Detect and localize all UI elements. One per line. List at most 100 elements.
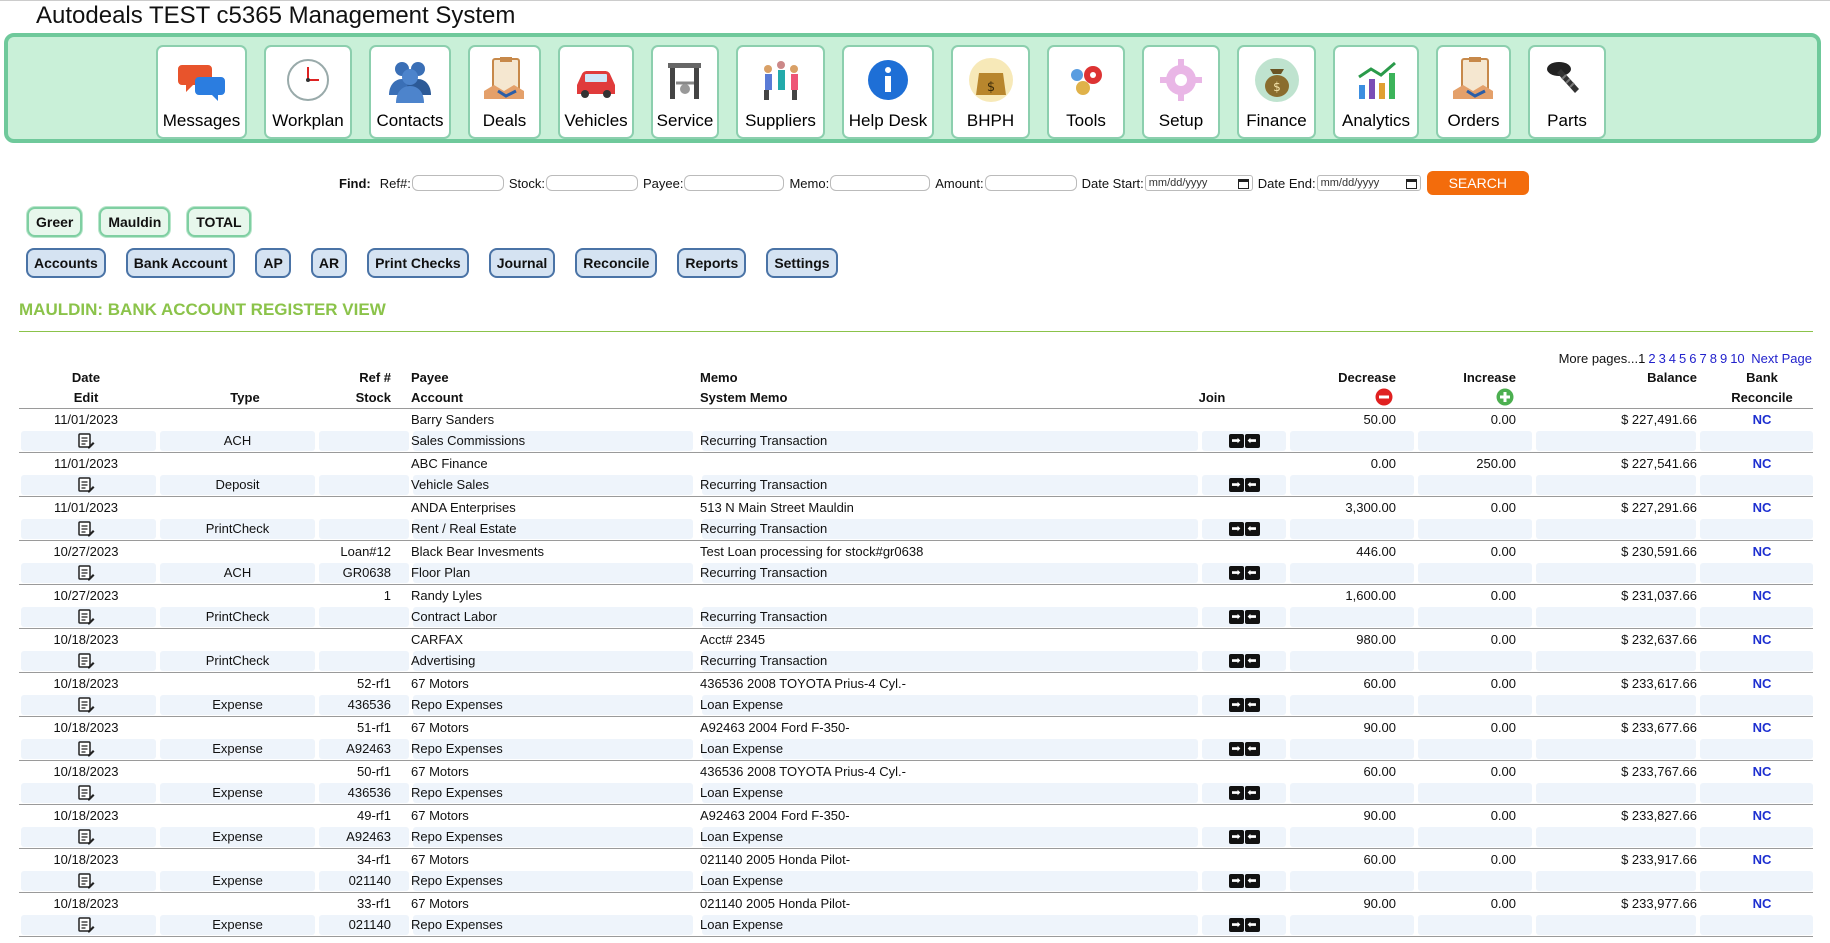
page-link[interactable]: 9 xyxy=(1720,351,1727,366)
system-memo-cell: Recurring Transaction xyxy=(700,565,828,580)
join-button[interactable]: ➡ ⬅ xyxy=(1202,562,1286,583)
nav-contacts[interactable]: Contacts xyxy=(369,45,451,139)
calendar-icon[interactable] xyxy=(1405,178,1417,189)
edit-icon[interactable] xyxy=(57,652,115,670)
nav-workplan[interactable]: Workplan xyxy=(264,45,352,139)
store-total-button[interactable]: TOTAL xyxy=(187,207,251,237)
join-button[interactable]: ➡ ⬅ xyxy=(1202,914,1286,935)
nav-service[interactable]: Service xyxy=(651,45,719,139)
nav-vehicles[interactable]: Vehicles xyxy=(558,45,634,139)
increase-cell: 250.00 xyxy=(1476,456,1516,471)
edit-icon[interactable] xyxy=(57,872,115,890)
nav-orders[interactable]: Orders xyxy=(1436,45,1511,139)
join-button[interactable]: ➡ ⬅ xyxy=(1202,694,1286,715)
settings-button[interactable]: Settings xyxy=(766,248,838,278)
ap-button[interactable]: AP xyxy=(255,248,291,278)
reconcile-status-link[interactable]: NC xyxy=(1709,717,1815,738)
reconcile-status-link[interactable]: NC xyxy=(1709,453,1815,474)
nav-help-desk[interactable]: Help Desk xyxy=(842,45,934,139)
reports-button[interactable]: Reports xyxy=(677,248,747,278)
date-end-input[interactable]: mm/dd/yyyy xyxy=(1316,175,1421,191)
reconcile-status-link[interactable]: NC xyxy=(1709,849,1815,870)
edit-icon[interactable] xyxy=(57,432,115,450)
edit-icon[interactable] xyxy=(57,564,115,582)
reconcile-status-link[interactable]: NC xyxy=(1709,541,1815,562)
bank-account-button[interactable]: Bank Account xyxy=(125,248,236,278)
join-button[interactable]: ➡ ⬅ xyxy=(1202,474,1286,495)
join-button[interactable]: ➡ ⬅ xyxy=(1202,782,1286,803)
edit-icon[interactable] xyxy=(57,828,115,846)
nav-messages[interactable]: Messages xyxy=(156,45,247,139)
balance-cell: $ 233,917.66 xyxy=(1621,852,1697,867)
edit-icon[interactable] xyxy=(57,696,115,714)
join-button[interactable]: ➡ ⬅ xyxy=(1202,606,1286,627)
date-cell: 10/27/2023 xyxy=(53,588,119,603)
cell-shade xyxy=(1290,783,1414,803)
payee-input[interactable] xyxy=(684,175,785,191)
nav-finance[interactable]: $ Finance xyxy=(1237,45,1316,139)
reconcile-status-link[interactable]: NC xyxy=(1709,893,1815,914)
cell-shade xyxy=(1700,695,1813,715)
nav-setup[interactable]: Setup xyxy=(1142,45,1220,139)
next-page-link[interactable]: Next Page xyxy=(1751,351,1812,366)
print-checks-button[interactable]: Print Checks xyxy=(367,248,469,278)
edit-icon[interactable] xyxy=(57,740,115,758)
nav-parts[interactable]: Parts xyxy=(1528,45,1606,139)
nav-analytics[interactable]: Analytics xyxy=(1333,45,1419,139)
reconcile-status-link[interactable]: NC xyxy=(1709,629,1815,650)
nav-deals[interactable]: Deals xyxy=(468,45,541,139)
join-button[interactable]: ➡ ⬅ xyxy=(1202,870,1286,891)
cell-shade xyxy=(1700,783,1813,803)
page-link[interactable]: 3 xyxy=(1659,351,1666,366)
reconcile-status-link[interactable]: NC xyxy=(1709,585,1815,606)
calendar-icon[interactable] xyxy=(1237,178,1249,189)
store-greer-button[interactable]: Greer xyxy=(27,207,83,237)
ref-cell: 51-rf1 xyxy=(357,720,391,735)
page-link[interactable]: 10 xyxy=(1730,351,1744,366)
ref-input[interactable] xyxy=(411,175,504,191)
join-button[interactable]: ➡ ⬅ xyxy=(1202,518,1286,539)
reconcile-status-link[interactable]: NC xyxy=(1709,761,1815,782)
cell-shade xyxy=(1536,475,1696,495)
join-button[interactable]: ➡ ⬅ xyxy=(1202,430,1286,451)
edit-icon[interactable] xyxy=(57,916,115,934)
page-link[interactable]: 5 xyxy=(1679,351,1686,366)
edit-icon[interactable] xyxy=(57,784,115,802)
edit-icon[interactable] xyxy=(57,476,115,494)
reconcile-status-link[interactable]: NC xyxy=(1709,497,1815,518)
reconcile-status-link[interactable]: NC xyxy=(1709,673,1815,694)
cell-shade xyxy=(1536,827,1696,847)
search-button[interactable]: SEARCH xyxy=(1426,171,1529,195)
store-mauldin-button[interactable]: Mauldin xyxy=(99,207,171,237)
reconcile-button[interactable]: Reconcile xyxy=(575,248,658,278)
col-payee: Payee xyxy=(411,370,449,385)
deals-icon xyxy=(480,55,530,105)
page-link[interactable]: 6 xyxy=(1689,351,1696,366)
ar-button[interactable]: AR xyxy=(310,248,348,278)
join-button[interactable]: ➡ ⬅ xyxy=(1202,826,1286,847)
page-link[interactable]: 4 xyxy=(1669,351,1676,366)
cell-shade xyxy=(1290,431,1414,451)
reconcile-status-link[interactable]: NC xyxy=(1709,805,1815,826)
join-button[interactable]: ➡ ⬅ xyxy=(1202,738,1286,759)
balance-cell: $ 227,541.66 xyxy=(1621,456,1697,471)
journal-button[interactable]: Journal xyxy=(488,248,556,278)
amount-input[interactable] xyxy=(984,175,1077,191)
nav-tools[interactable]: Tools xyxy=(1047,45,1125,139)
join-button[interactable]: ➡ ⬅ xyxy=(1202,650,1286,671)
date-start-input[interactable]: mm/dd/yyyy xyxy=(1144,175,1253,191)
nav-bhph[interactable]: $ BHPH xyxy=(951,45,1030,139)
page-link[interactable]: 8 xyxy=(1710,351,1717,366)
table-row: 10/18/2023 51-rf1 67 Motors A92463 2004 For… xyxy=(19,716,1813,760)
stock-input[interactable] xyxy=(545,175,638,191)
reconcile-status-link[interactable]: NC xyxy=(1709,409,1815,430)
type-cell: Expense xyxy=(212,785,263,800)
cell-shade xyxy=(1418,783,1532,803)
accounts-button[interactable]: Accounts xyxy=(26,248,106,278)
memo-input[interactable] xyxy=(830,175,931,191)
edit-icon[interactable] xyxy=(57,520,115,538)
page-link[interactable]: 7 xyxy=(1700,351,1707,366)
page-link[interactable]: 2 xyxy=(1648,351,1655,366)
nav-suppliers[interactable]: Suppliers xyxy=(736,45,825,139)
edit-icon[interactable] xyxy=(57,608,115,626)
